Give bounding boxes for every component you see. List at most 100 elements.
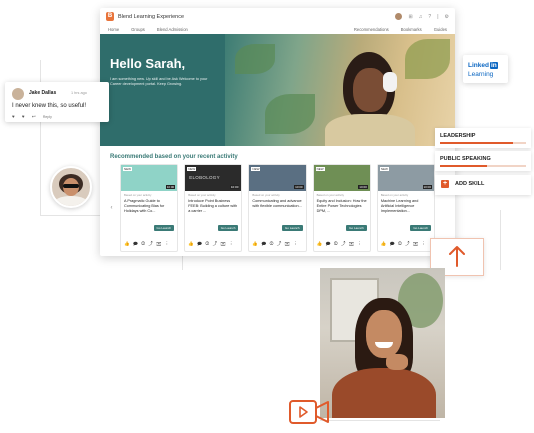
add-skill-button[interactable]: + ADD SKILL — [435, 175, 531, 195]
linkedin-learning-text: Learning — [468, 71, 494, 78]
app-window: B Blend Learning Experience ⊞ ♫ ? | ⚙ Ho… — [100, 8, 455, 256]
nav-bookmarks[interactable]: Bookmarks — [401, 27, 422, 32]
skill-label: PUBLIC SPEAKING — [440, 156, 491, 162]
launch-button[interactable]: Go Launch — [217, 225, 239, 231]
launch-button[interactable]: Go Launch — [346, 225, 367, 231]
deco-line-portrait — [320, 420, 440, 421]
linkedin-logo: Linked in — [468, 62, 498, 69]
headphones — [383, 72, 397, 92]
hero-text: Hello Sarah, I am something new. Up skil… — [110, 56, 220, 87]
brand-logo[interactable]: B — [106, 12, 114, 21]
course-card[interactable]: NEW 10:00 Based on your activity Equity and… — [312, 164, 371, 252]
hero-photo — [225, 34, 455, 146]
linkedin-linked-text: Linked — [468, 62, 489, 69]
card-action-icons[interactable]: 👍 🗩 ⊙ ⤴ ✉ ⋮ — [124, 240, 170, 248]
user-avatar[interactable] — [395, 13, 403, 20]
hero-banner: Hello Sarah, I am something new. Up skil… — [100, 34, 455, 146]
course-title[interactable]: A Pragmatic Guide to Communicating Bias … — [121, 197, 177, 221]
launch-button[interactable]: Go Launch — [153, 225, 175, 231]
duration-badge: 10:00 — [294, 185, 304, 189]
nav-groups[interactable]: Groups — [131, 27, 145, 32]
course-card[interactable]: NEW 10:00 Based on your activity Machine Le… — [376, 164, 436, 252]
skills-panel: LEADERSHIP PUBLIC SPEAKING + ADD SKILL — [435, 128, 531, 196]
card-action-icons[interactable]: 👍 🗩 ⊙ ⤴ ✉ ⋮ — [381, 240, 427, 248]
nav-right: Recommendations Bookmarks Guides — [354, 27, 447, 32]
course-card[interactable]: NEW ELOBOLOGY 10:00 Based on your activity I… — [184, 164, 243, 252]
linkedin-in-icon: in — [489, 62, 498, 69]
thumbnail-text: ELOBOLOGY — [189, 175, 220, 180]
card-action-icons[interactable]: 👍 🗩 ⊙ ⤴ ✉ ⋮ — [252, 240, 298, 248]
comment-time: 1 hrs ago — [71, 91, 87, 95]
hero-leaf — [405, 39, 450, 79]
hero-leaf — [265, 94, 315, 134]
portrait-face — [366, 310, 402, 358]
arrow-up-icon — [449, 246, 465, 267]
nav-home[interactable]: Home — [108, 27, 119, 32]
skill-leadership: LEADERSHIP — [435, 128, 531, 148]
comment-action-icons[interactable]: ♥ ♥ ↩ — [12, 114, 39, 119]
duration-badge: 10:00 — [422, 185, 433, 189]
course-title[interactable]: Introduce Point Business FEEB: Building … — [185, 197, 241, 221]
new-badge: NEW — [187, 167, 197, 171]
course-thumbnail[interactable]: NEW 10:00 — [313, 165, 370, 191]
duration-badge: 10:00 — [229, 185, 240, 189]
duration-badge: 10:00 — [358, 185, 368, 189]
course-thumbnail[interactable]: NEW 10:00 — [121, 165, 178, 191]
course-title[interactable]: Communicating and advance with flexible … — [249, 197, 305, 221]
help-icon[interactable]: ? — [428, 14, 431, 20]
hero-person-face — [353, 68, 387, 112]
carousel-prev-arrow[interactable]: ‹ — [108, 204, 115, 213]
deco-line-center — [182, 256, 183, 270]
reply-link[interactable]: Reply — [43, 115, 52, 119]
video-camera-icon[interactable] — [288, 397, 332, 427]
skill-public-speaking: PUBLIC SPEAKING — [435, 151, 531, 171]
skill-label: LEADERSHIP — [440, 133, 476, 139]
plus-icon: + — [441, 180, 449, 188]
comment-card: Jake Dallas 1 hrs ago I never knew this,… — [5, 82, 109, 122]
app-header: B Blend Learning Experience ⊞ ♫ ? | ⚙ — [100, 8, 455, 25]
avatar-body — [54, 196, 88, 206]
card-action-icons[interactable]: 👍 🗩 ⊙ ⤴ ✉ ⋮ — [317, 240, 363, 248]
settings-icon[interactable]: ⚙ — [445, 14, 449, 20]
grid-icon[interactable]: ⊞ — [408, 14, 412, 20]
course-card[interactable]: NEW 10:00 Based on your activity Communicat… — [248, 164, 307, 252]
new-badge: NEW — [251, 167, 261, 171]
card-action-icons[interactable]: 👍 🗩 ⊙ ⤴ ✉ ⋮ — [188, 240, 234, 248]
course-thumbnail[interactable]: NEW 10:00 — [249, 165, 306, 191]
commenter-avatar — [12, 88, 24, 100]
sunglasses-icon — [63, 184, 79, 188]
portrait-sweater — [332, 368, 436, 418]
new-badge: NEW — [123, 167, 132, 171]
nav-blend-admission[interactable]: Blend Admission — [157, 27, 188, 32]
nav-recommendations[interactable]: Recommendations — [354, 27, 389, 32]
portrait-hand — [386, 354, 408, 370]
commenter-name: Jake Dallas — [29, 90, 57, 96]
portrait-photo — [320, 268, 445, 418]
comment-actions: ♥ ♥ ↩ Reply — [12, 114, 52, 120]
skill-progress — [440, 165, 487, 167]
linkedin-learning-badge: Linked in Learning — [463, 55, 508, 83]
deco-line-right — [500, 210, 501, 270]
launch-button[interactable]: Go Launch — [410, 225, 432, 231]
recommendation-carousel: NEW 10:00 Based on your activity A Pragmati… — [120, 164, 436, 252]
bell-icon[interactable]: ♫ — [419, 14, 423, 20]
course-title[interactable]: Equity and Inclusion: How the Entire Pow… — [314, 197, 370, 221]
hero-greeting: Hello Sarah, — [110, 56, 186, 71]
hero-leaf — [235, 44, 275, 74]
recommendations-title: Recommended based on your recent activit… — [110, 154, 238, 160]
new-badge: NEW — [379, 167, 389, 171]
course-card[interactable]: NEW 10:00 Based on your activity A Pragmati… — [120, 164, 179, 252]
hero-subtitle: I am something new. Up skill and be Ask … — [110, 77, 208, 87]
header-icons: ⊞ ♫ ? | ⚙ — [395, 13, 449, 20]
course-thumbnail[interactable]: NEW 10:00 — [377, 165, 435, 191]
course-thumbnail[interactable]: NEW ELOBOLOGY 10:00 — [185, 165, 242, 191]
skill-progress — [440, 142, 513, 144]
add-skill-label: ADD SKILL — [455, 181, 485, 187]
app-title: Blend Learning Experience — [118, 13, 185, 20]
nav-guides[interactable]: Guides — [434, 27, 447, 32]
course-title[interactable]: Machine Learning and Artificial Intellig… — [378, 197, 434, 221]
launch-button[interactable]: Go Launch — [281, 225, 303, 231]
learner-avatar — [50, 166, 92, 208]
duration-badge: 10:00 — [165, 185, 176, 189]
deco-line-bottom-left — [40, 215, 100, 216]
